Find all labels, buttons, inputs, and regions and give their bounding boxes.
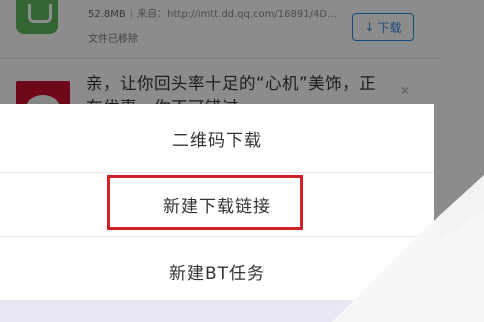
highlight-box xyxy=(107,175,303,230)
option-qr-download[interactable]: 二维码下载 xyxy=(0,104,434,172)
option-new-bt-task[interactable]: 新建BT任务 xyxy=(0,236,434,306)
screen: 52.8MB | 来自：http://imtt.dd.qq.com/16891/4D… xyxy=(0,0,484,322)
sheet-footer xyxy=(0,300,434,322)
